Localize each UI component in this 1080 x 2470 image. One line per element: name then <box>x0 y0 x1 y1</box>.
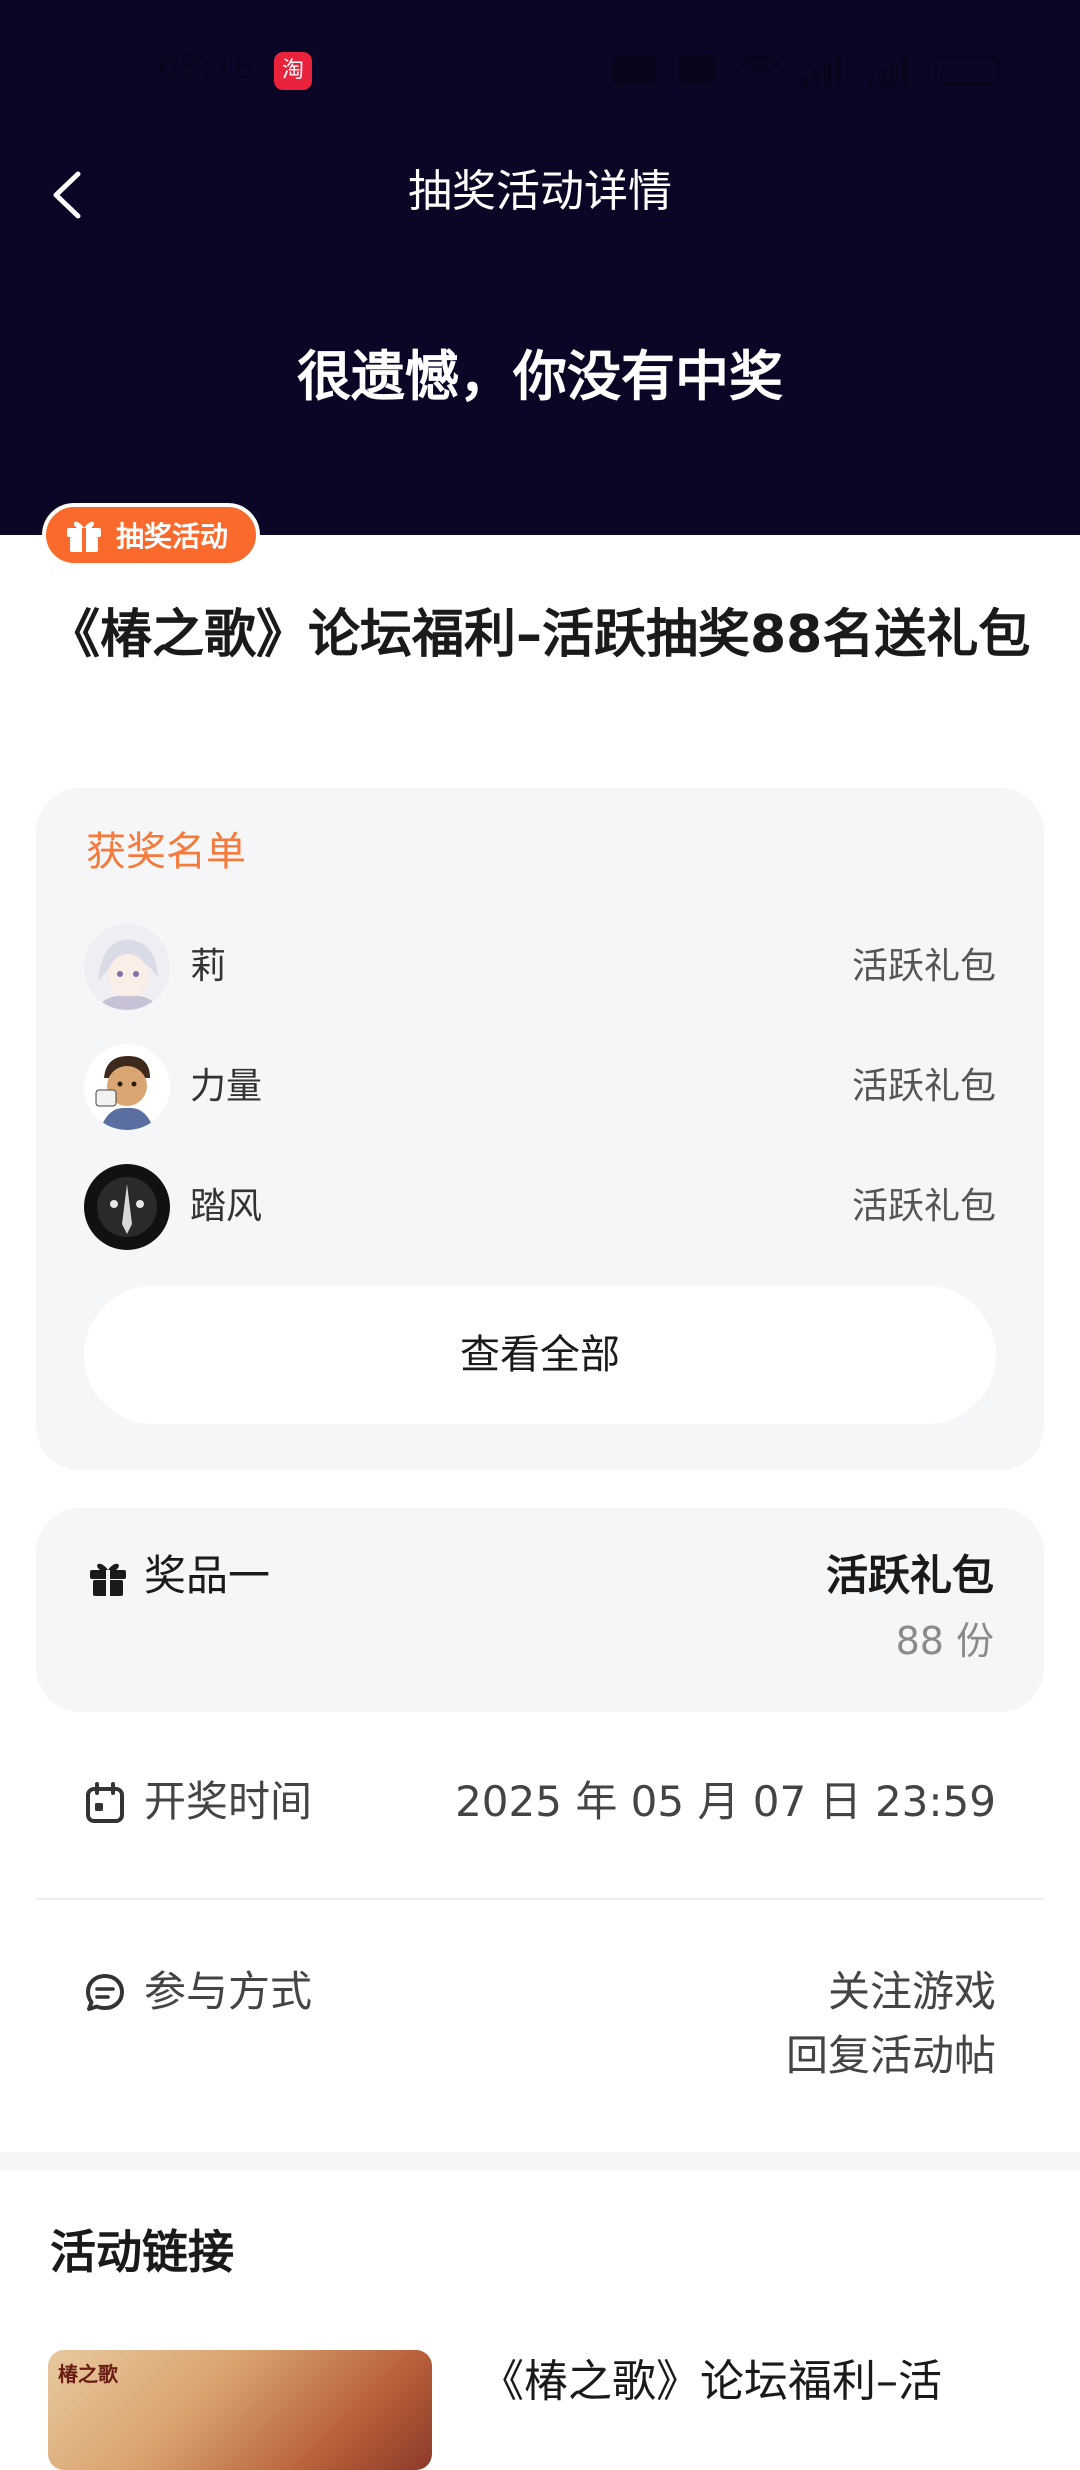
divider <box>36 1898 1044 1900</box>
links-heading: 活动链接 <box>50 2225 234 2279</box>
avatar <box>84 1044 170 1130</box>
link-title[interactable]: 《椿之歌》论坛福利–活 <box>480 2350 1040 2414</box>
thumbnail-logo-text: 椿之歌 <box>58 2362 118 2386</box>
gift-icon <box>90 1563 126 1596</box>
wifi-icon <box>738 54 780 85</box>
signal-icon <box>802 54 842 86</box>
winner-row[interactable]: 踏风 活跃礼包 <box>84 1164 996 1250</box>
activity-title: 《椿之歌》论坛福利–活跃抽奖88名送礼包 <box>48 605 1031 665</box>
winner-name: 力量 <box>190 1066 263 1107</box>
participation-label: 参与方式 <box>144 1967 313 2016</box>
prize-count: 88 份 <box>895 1619 994 1663</box>
draw-time-value: 2025 年 05 月 07 日 23:59 <box>455 1777 996 1826</box>
signal-icon-2 <box>868 54 908 86</box>
status-icons <box>612 52 1000 88</box>
view-all-button[interactable]: 查看全部 <box>84 1286 996 1424</box>
result-message: 很遗憾，你没有中奖 <box>297 345 783 408</box>
prize-label: 奖品一 <box>144 1551 271 1600</box>
participation-row: 参与方式 关注游戏 回复活动帖 <box>84 1960 996 2090</box>
draw-time-row: 开奖时间 2025 年 05 月 07 日 23:59 <box>84 1770 996 1834</box>
badge-label: 抽奖活动 <box>116 520 229 553</box>
link-thumbnail[interactable]: 椿之歌 <box>48 2350 432 2470</box>
winner-row[interactable]: 力量 活跃礼包 <box>84 1044 996 1130</box>
lottery-badge: 抽奖活动 <box>42 503 261 567</box>
winners-card: 获奖名单 莉 活跃礼包 力量 活跃礼包 踏风 活跃礼包 查看全部 <box>36 788 1044 1470</box>
status-bar: 08:16 淘 <box>0 0 1080 140</box>
battery-icon <box>934 55 1000 85</box>
winners-heading: 获奖名单 <box>86 829 246 875</box>
nfc-icon <box>678 55 716 85</box>
winner-prize: 活跃礼包 <box>851 1186 996 1227</box>
page-title: 抽奖活动详情 <box>408 166 672 217</box>
draw-time-label: 开奖时间 <box>144 1777 313 1826</box>
winner-prize: 活跃礼包 <box>851 946 996 987</box>
winner-name: 莉 <box>190 946 227 987</box>
status-time: 08:16 <box>158 48 256 86</box>
section-separator <box>0 2152 1080 2170</box>
avatar <box>84 924 170 1010</box>
prize-card: 奖品一 活跃礼包 88 份 <box>36 1508 1044 1712</box>
prize-name: 活跃礼包 <box>825 1551 994 1600</box>
gift-icon <box>67 521 101 552</box>
calendar-icon <box>86 1782 124 1823</box>
chat-icon <box>86 1974 124 2011</box>
speed-icon <box>612 55 656 85</box>
winner-name: 踏风 <box>190 1186 263 1227</box>
winner-prize: 活跃礼包 <box>851 1066 996 1107</box>
header: 08:16 淘 抽奖活动详情 很遗憾，你没有中奖 <box>0 0 1080 535</box>
winner-row[interactable]: 莉 活跃礼包 <box>84 924 996 1010</box>
participation-method: 回复活动帖 <box>785 2031 996 2080</box>
avatar <box>84 1164 170 1250</box>
participation-method: 关注游戏 <box>827 1967 996 2016</box>
taobao-app-icon: 淘 <box>274 52 312 90</box>
